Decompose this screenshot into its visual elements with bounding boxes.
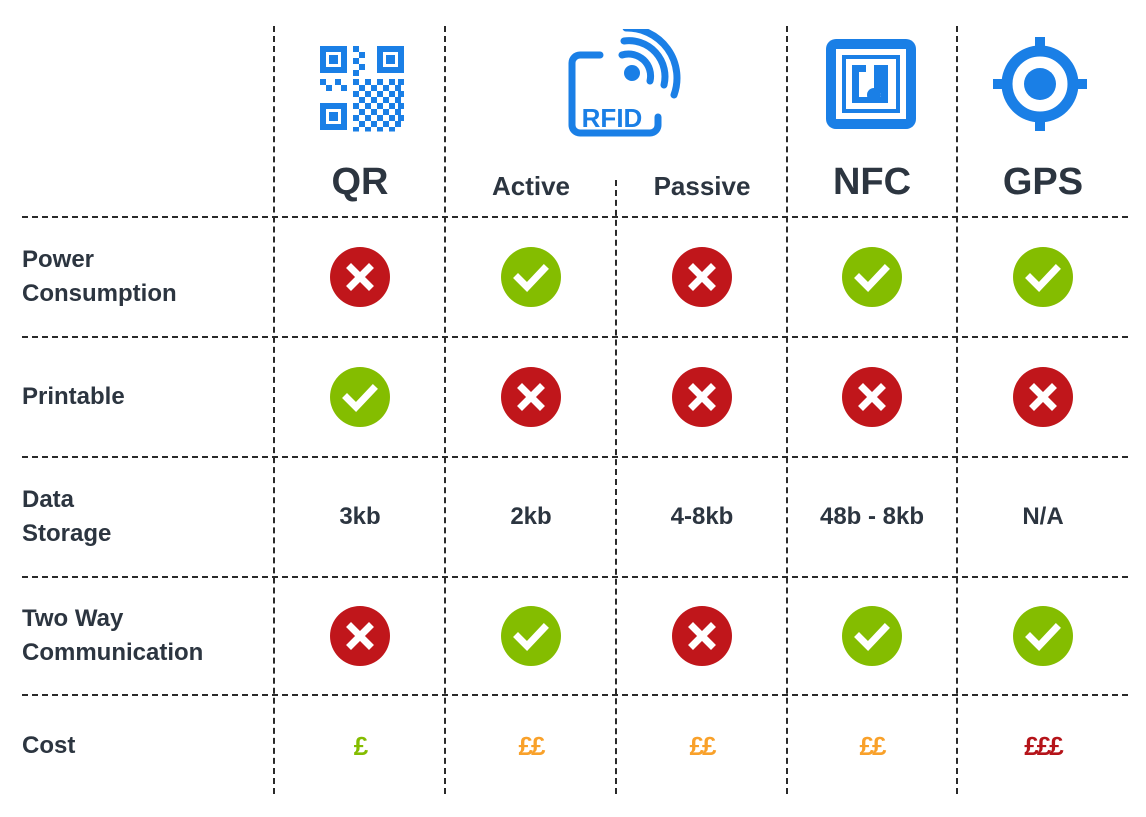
data-storage-value: 4-8kb xyxy=(670,503,734,530)
cell-rfid_active-row-1 xyxy=(446,338,616,456)
check-icon xyxy=(501,606,561,666)
cell-nfc-row-1 xyxy=(788,338,956,456)
check-icon xyxy=(330,367,390,427)
row-label-printable: Printable xyxy=(22,383,125,410)
cell-gps-row-0 xyxy=(958,218,1128,336)
cell-gps-row-3 xyxy=(958,578,1128,694)
column-header-nfc: NFC xyxy=(832,160,912,203)
nfc-icon xyxy=(822,34,920,134)
row-label-two-way-communication: Two Way Communication xyxy=(22,605,204,666)
cross-icon xyxy=(672,367,732,427)
check-icon xyxy=(842,606,902,666)
cell-qr-row-4: £ xyxy=(275,696,445,796)
column-header-gps: GPS xyxy=(1002,160,1084,203)
rfid-icon-text: RFID xyxy=(582,103,643,133)
cell-rfid_passive-row-3 xyxy=(617,578,787,694)
cell-nfc-row-3 xyxy=(788,578,956,694)
cell-nfc-row-0 xyxy=(788,218,956,336)
check-icon xyxy=(501,247,561,307)
cross-icon xyxy=(330,247,390,307)
check-icon xyxy=(1013,606,1073,666)
cell-gps-row-1 xyxy=(958,338,1128,456)
check-icon xyxy=(1013,247,1073,307)
cost-value: £££ xyxy=(1024,730,1063,761)
cell-rfid_active-row-4: ££ xyxy=(446,696,616,796)
cell-rfid_active-row-3 xyxy=(446,578,616,694)
cell-rfid_active-row-2: 2kb xyxy=(446,458,616,576)
row-label-power-consumption: Power Consumption xyxy=(22,246,177,307)
cross-icon xyxy=(330,606,390,666)
column-header-rfid-active: Active xyxy=(491,170,571,201)
cost-value: ££ xyxy=(859,730,887,761)
column-header-qr: QR xyxy=(331,160,389,203)
cell-rfid_passive-row-4: ££ xyxy=(617,696,787,796)
cell-rfid_active-row-0 xyxy=(446,218,616,336)
gps-target-icon xyxy=(990,34,1090,134)
cell-rfid_passive-row-0 xyxy=(617,218,787,336)
rfid-icon: RFID xyxy=(566,28,686,138)
cell-qr-row-0 xyxy=(275,218,445,336)
data-storage-value: 2kb xyxy=(510,503,552,530)
cell-nfc-row-2: 48b - 8kb xyxy=(788,458,956,576)
cell-rfid_passive-row-1 xyxy=(617,338,787,456)
data-storage-value: 48b - 8kb xyxy=(819,503,925,530)
cross-icon xyxy=(501,367,561,427)
column-header-rfid-passive: Passive xyxy=(653,170,751,201)
cell-rfid_passive-row-2: 4-8kb xyxy=(617,458,787,576)
cell-nfc-row-4: ££ xyxy=(788,696,956,796)
cross-icon xyxy=(1013,367,1073,427)
cross-icon xyxy=(672,606,732,666)
cell-qr-row-3 xyxy=(275,578,445,694)
cost-value: ££ xyxy=(689,730,717,761)
row-label-data-storage: Data Storage xyxy=(22,486,112,547)
row-label-cost: Cost xyxy=(22,732,76,759)
cross-icon xyxy=(842,367,902,427)
check-icon xyxy=(842,247,902,307)
cell-gps-row-2: N/A xyxy=(958,458,1128,576)
cost-value: ££ xyxy=(518,730,546,761)
qr-code-icon xyxy=(316,42,408,134)
data-storage-value: N/A xyxy=(1022,503,1064,530)
cell-qr-row-1 xyxy=(275,338,445,456)
data-storage-value: 3kb xyxy=(339,503,381,530)
cell-qr-row-2: 3kb xyxy=(275,458,445,576)
cross-icon xyxy=(672,247,732,307)
cell-gps-row-4: £££ xyxy=(958,696,1128,796)
cost-value: £ xyxy=(353,730,369,761)
